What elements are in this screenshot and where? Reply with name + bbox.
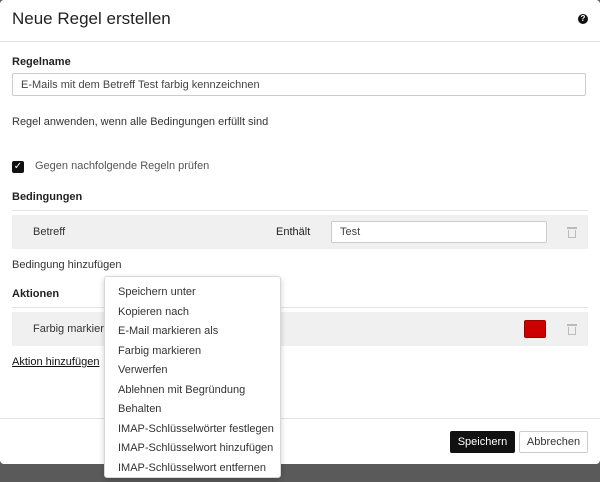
trash-icon[interactable]: [567, 227, 577, 238]
menu-item-remove-keyword[interactable]: IMAP-Schlüsselwort entfernen: [105, 459, 280, 479]
menu-item-discard[interactable]: Verwerfen: [105, 361, 280, 381]
save-button[interactable]: Speichern: [450, 431, 515, 453]
condition-operator[interactable]: Enthält: [276, 226, 310, 238]
actions-divider: [12, 307, 588, 308]
help-icon[interactable]: ?: [578, 14, 588, 24]
conditions-heading: Bedingungen: [12, 191, 83, 203]
apply-condition-text: Regel anwenden, wenn alle Bedingungen er…: [12, 116, 269, 128]
action-type-dropdown: Speichern unter Kopieren nach E-Mail mar…: [104, 276, 281, 478]
menu-item-color-flag[interactable]: Farbig markieren: [105, 342, 280, 362]
trash-icon[interactable]: [567, 324, 577, 335]
actions-heading: Aktionen: [12, 288, 60, 300]
add-action-link[interactable]: Aktion hinzufügen: [12, 356, 99, 368]
menu-item-reject[interactable]: Ablehnen mit Begründung: [105, 381, 280, 401]
condition-value-input[interactable]: Test: [331, 221, 547, 243]
action-row: Farbig markieren: [12, 312, 588, 346]
menu-item-save-as[interactable]: Speichern unter: [105, 283, 280, 303]
add-condition-link[interactable]: Bedingung hinzufügen: [12, 259, 121, 271]
menu-item-mark-as[interactable]: E-Mail markieren als: [105, 322, 280, 342]
rule-name-label: Regelname: [12, 56, 71, 68]
dialog-title: Neue Regel erstellen: [12, 9, 171, 28]
cancel-button[interactable]: Abbrechen: [519, 431, 588, 453]
menu-item-add-keyword[interactable]: IMAP-Schlüsselwort hinzufügen: [105, 439, 280, 459]
condition-field: Betreff: [33, 226, 66, 238]
rule-dialog: Neue Regel erstellen ? Regelname E-Mails…: [0, 0, 600, 464]
menu-item-copy-to[interactable]: Kopieren nach: [105, 303, 280, 323]
menu-item-set-keywords[interactable]: IMAP-Schlüsselwörter festlegen: [105, 420, 280, 440]
check-following-label: Gegen nachfolgende Regeln prüfen: [35, 160, 210, 172]
footer-divider: [0, 418, 600, 419]
check-following-checkbox[interactable]: ✓: [12, 161, 24, 173]
conditions-divider: [12, 210, 588, 211]
color-swatch[interactable]: [524, 320, 546, 338]
menu-item-keep[interactable]: Behalten: [105, 400, 280, 420]
header-divider: [0, 41, 600, 42]
condition-row: Betreff Enthält Test: [12, 215, 588, 249]
rule-name-input[interactable]: E-Mails mit dem Betreff Test farbig kenn…: [12, 73, 586, 96]
